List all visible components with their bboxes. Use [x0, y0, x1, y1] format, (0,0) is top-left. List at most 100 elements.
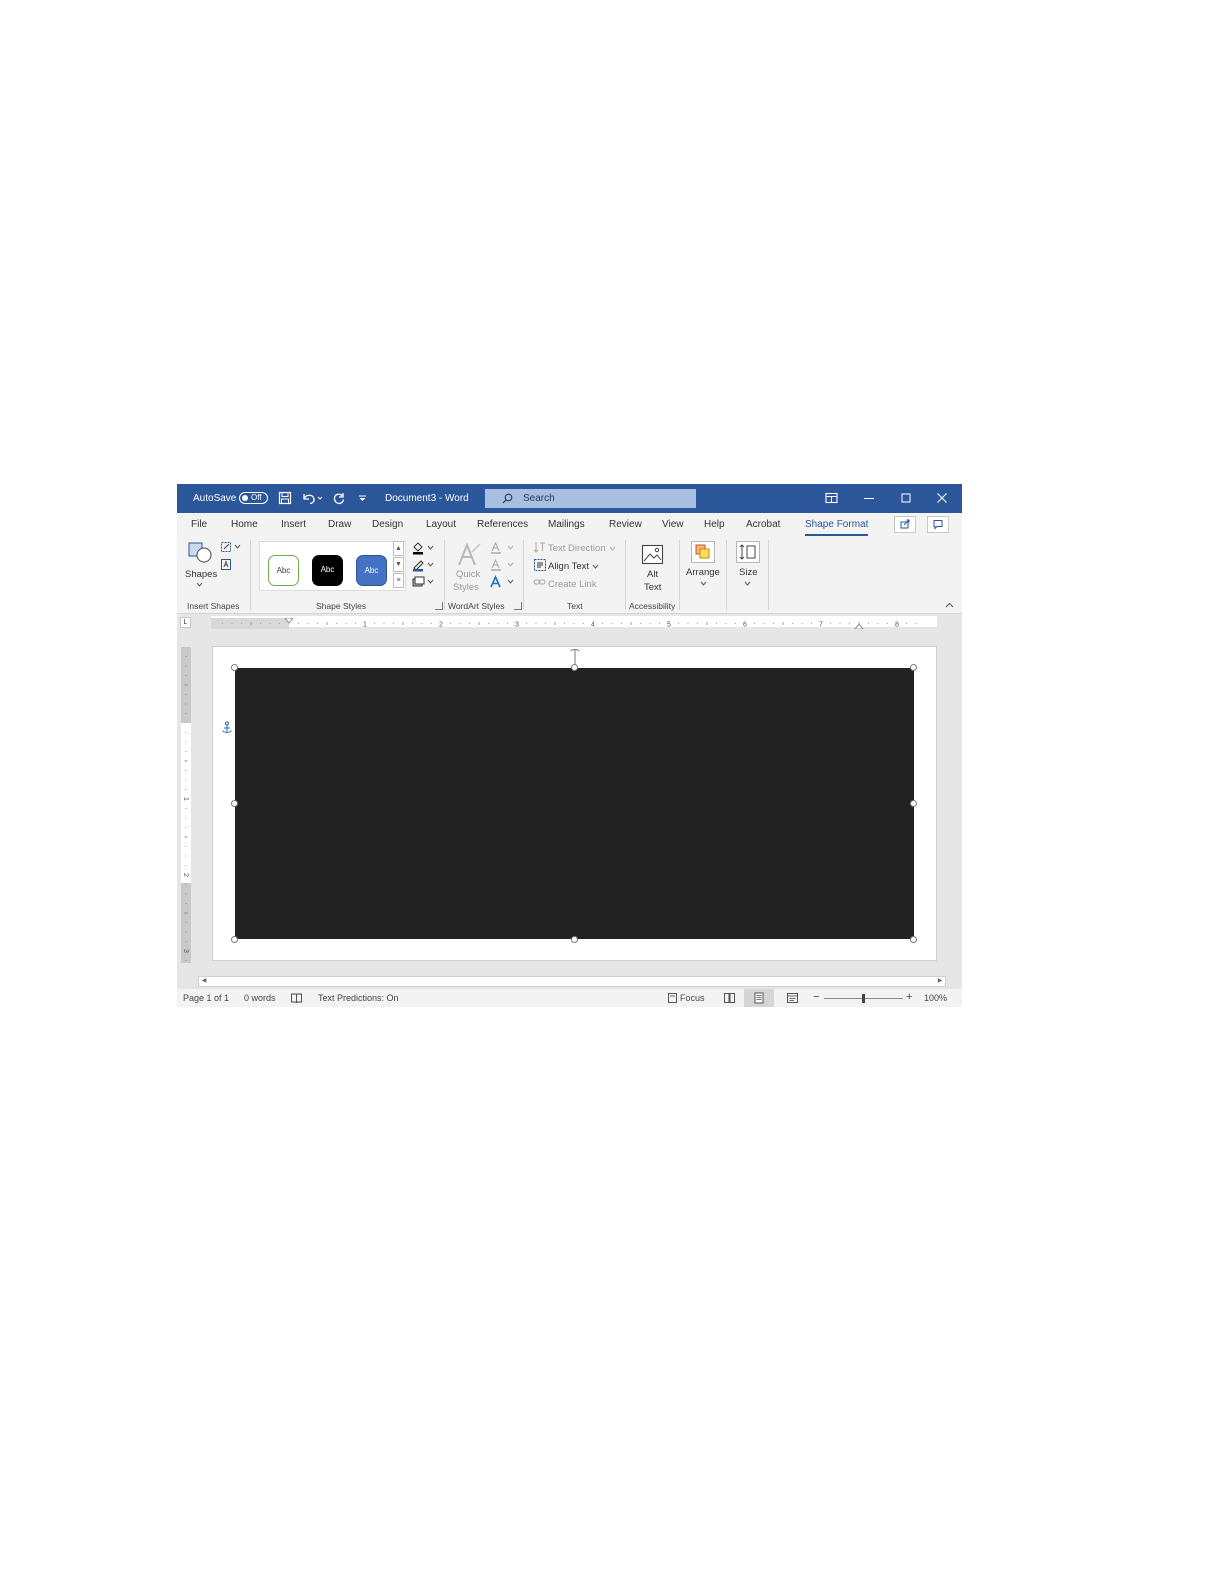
- anchor-icon[interactable]: [220, 721, 234, 735]
- shape-styles-launcher[interactable]: [435, 602, 443, 610]
- gallery-scroll-down[interactable]: ▼: [393, 557, 404, 572]
- tab-references[interactable]: References: [477, 519, 528, 530]
- group-label-insert-shapes: Insert Shapes: [187, 601, 240, 611]
- tab-review[interactable]: Review: [609, 519, 642, 530]
- page-count[interactable]: Page 1 of 1: [183, 993, 229, 1003]
- web-layout-icon[interactable]: [786, 992, 799, 1004]
- zoom-slider-thumb[interactable]: [862, 994, 865, 1003]
- arrange-label[interactable]: Arrange: [686, 567, 720, 578]
- vertical-ruler[interactable]: 1 2 3: [181, 647, 191, 999]
- shapes-icon[interactable]: [187, 541, 213, 563]
- align-text-icon[interactable]: [533, 558, 547, 572]
- text-outline-icon: [491, 558, 514, 571]
- minimize-button[interactable]: [861, 490, 877, 506]
- redo-icon[interactable]: [332, 491, 346, 505]
- maximize-button[interactable]: [898, 490, 914, 506]
- zoom-out-button[interactable]: −: [813, 991, 819, 1003]
- edit-shape-icon[interactable]: [220, 541, 242, 553]
- group-label-accessibility: Accessibility: [629, 601, 676, 611]
- resize-handle-right[interactable]: [910, 800, 917, 807]
- alt-label[interactable]: Alt: [647, 569, 658, 580]
- word-count[interactable]: 0 words: [244, 993, 276, 1003]
- text-box-icon[interactable]: [220, 558, 232, 571]
- ribbon-display-options-icon[interactable]: [825, 492, 838, 504]
- tab-mailings[interactable]: Mailings: [548, 519, 585, 530]
- gallery-scroll-up[interactable]: ▲: [393, 541, 404, 556]
- resize-handle-top[interactable]: [571, 664, 578, 671]
- print-layout-button[interactable]: [744, 989, 774, 1007]
- share-button[interactable]: [894, 516, 916, 533]
- horizontal-ruler[interactable]: 1 2 3 4 5 6 7 8: [211, 616, 937, 630]
- print-layout-icon: [754, 992, 764, 1004]
- alt-text-icon[interactable]: [641, 543, 665, 567]
- scroll-left-button[interactable]: ◀: [199, 977, 209, 986]
- text-predictions-status[interactable]: Text Predictions: On: [318, 993, 399, 1003]
- right-indent-marker[interactable]: [854, 623, 864, 630]
- proofing-book-icon[interactable]: [290, 992, 303, 1004]
- style-dark-preset[interactable]: Abc: [312, 555, 343, 586]
- selected-rectangle-shape[interactable]: [235, 668, 914, 939]
- shape-fill-icon[interactable]: [411, 541, 435, 555]
- tab-view[interactable]: View: [662, 519, 684, 530]
- style-blue-preset[interactable]: Abc: [356, 555, 387, 586]
- gallery-more[interactable]: ≡: [393, 573, 404, 588]
- autosave-toggle[interactable]: Off: [239, 492, 268, 504]
- group-label-text: Text: [567, 601, 583, 611]
- ribbon: Shapes Insert Shapes Abc Abc Abc ▲ ▼ ≡ S…: [177, 536, 962, 614]
- resize-handle-top-left[interactable]: [231, 664, 238, 671]
- style-outline-preset[interactable]: Abc: [268, 555, 299, 586]
- zoom-level[interactable]: 100%: [924, 993, 947, 1003]
- tab-selector[interactable]: L: [180, 617, 191, 628]
- comments-button[interactable]: [927, 516, 949, 533]
- zoom-in-button[interactable]: +: [906, 991, 912, 1003]
- resize-handle-bottom[interactable]: [571, 936, 578, 943]
- tab-help[interactable]: Help: [704, 519, 725, 530]
- scroll-right-button[interactable]: ▶: [935, 977, 945, 986]
- ribbon-tabs: File Home Insert Draw Design Layout Refe…: [177, 513, 962, 536]
- undo-icon[interactable]: [301, 491, 323, 505]
- ruler-number: 8: [895, 622, 899, 629]
- text-effects-icon[interactable]: [489, 575, 515, 589]
- shape-effects-icon[interactable]: [411, 575, 435, 589]
- close-button[interactable]: [934, 490, 950, 506]
- tab-layout[interactable]: Layout: [426, 519, 456, 530]
- tab-acrobat[interactable]: Acrobat: [746, 519, 780, 530]
- toggle-knob: [242, 495, 248, 501]
- document-title: Document3 - Word: [385, 493, 469, 504]
- tab-draw[interactable]: Draw: [328, 519, 351, 530]
- resize-handle-bottom-right[interactable]: [910, 936, 917, 943]
- collapse-ribbon-icon[interactable]: [945, 602, 954, 608]
- size-label[interactable]: Size: [739, 567, 757, 578]
- tab-file[interactable]: File: [191, 519, 207, 530]
- share-icon: [900, 519, 910, 529]
- focus-icon: [668, 993, 677, 1003]
- wordart-launcher[interactable]: [514, 602, 522, 610]
- arrange-icon[interactable]: [690, 540, 716, 564]
- horizontal-scrollbar[interactable]: ◀ ▶: [198, 976, 946, 987]
- customize-toolbar-icon[interactable]: [358, 494, 367, 503]
- quick-styles-icon[interactable]: [456, 542, 482, 568]
- resize-handle-bottom-left[interactable]: [231, 936, 238, 943]
- tab-home[interactable]: Home: [231, 519, 258, 530]
- shape-outline-icon[interactable]: [411, 558, 435, 572]
- ruler-number: 6: [743, 622, 747, 629]
- read-mode-icon[interactable]: [723, 992, 736, 1004]
- text-label[interactable]: Text: [644, 582, 661, 593]
- resize-handle-top-right[interactable]: [910, 664, 917, 671]
- group-label-shape-styles: Shape Styles: [316, 601, 367, 611]
- ruler-number: 3: [515, 622, 519, 629]
- group-divider: [250, 540, 251, 610]
- tab-design[interactable]: Design: [372, 519, 403, 530]
- size-icon[interactable]: [735, 540, 761, 564]
- text-fill-icon: [491, 541, 514, 554]
- tab-shape-format[interactable]: Shape Format: [805, 519, 869, 536]
- resize-handle-left[interactable]: [231, 800, 238, 807]
- comment-icon: [933, 520, 943, 530]
- maximize-icon: [901, 493, 911, 503]
- align-text-label[interactable]: Align Text: [548, 561, 589, 572]
- tab-insert[interactable]: Insert: [281, 519, 306, 530]
- save-icon[interactable]: [278, 491, 292, 505]
- search-box[interactable]: Search: [485, 489, 696, 508]
- shapes-label[interactable]: Shapes: [185, 569, 217, 580]
- focus-mode-button[interactable]: Focus: [680, 993, 705, 1003]
